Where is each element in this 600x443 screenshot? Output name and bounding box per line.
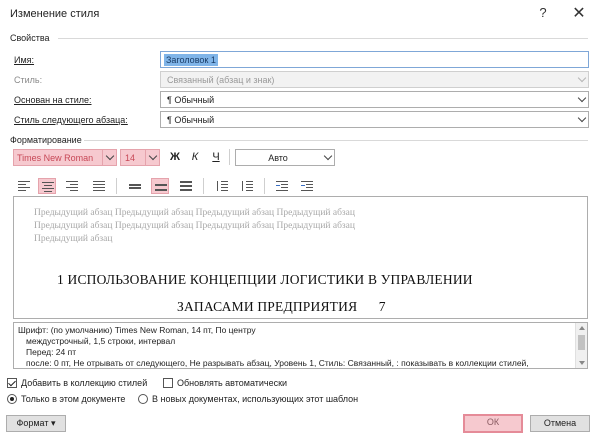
font-color-value: Авто: [268, 153, 288, 163]
toolbar-separator: [116, 178, 117, 194]
font-name-select[interactable]: Times New Roman: [13, 149, 117, 166]
next-style-value: ¶ Обычный: [167, 115, 215, 125]
toolbar-separator: [203, 178, 204, 194]
align-right-icon[interactable]: [63, 178, 81, 194]
space-after-icon[interactable]: [238, 178, 256, 194]
chevron-down-icon: [148, 151, 158, 161]
italic-button[interactable]: К: [186, 148, 204, 166]
based-on-select[interactable]: ¶ Обычный: [160, 91, 589, 108]
style-type-value: Связанный (абзац и знак): [167, 75, 275, 85]
style-type-label: Стиль:: [14, 75, 43, 85]
style-type-select: Связанный (абзац и знак): [160, 71, 589, 88]
decrease-indent-icon[interactable]: [273, 178, 291, 194]
style-preview: Предыдущий абзац Предыдущий абзац Предыд…: [13, 196, 588, 319]
name-label: Имя:: [14, 55, 35, 65]
only-this-document-label: Только в этом документе: [21, 394, 126, 404]
based-on-label: Основан на стиле:: [14, 95, 92, 105]
previous-paragraph-line: Предыдущий абзац Предыдущий абзац Предыд…: [34, 221, 355, 231]
description-line: междустрочный, 1,5 строки, интервал: [26, 336, 176, 346]
preview-heading-line: 1 ИСПОЛЬЗОВАНИЕ КОНЦЕПЦИИ ЛОГИСТИКИ В УП…: [57, 272, 473, 287]
style-name-input[interactable]: Заголовок 1: [160, 51, 589, 68]
underline-button[interactable]: Ч: [207, 148, 225, 166]
scroll-down-icon: [579, 361, 585, 365]
help-icon[interactable]: ?: [535, 5, 551, 20]
align-left-icon[interactable]: [15, 178, 33, 194]
new-documents-label: В новых документах, использующих этот ша…: [152, 394, 359, 404]
properties-section-label: Свойства: [10, 33, 50, 43]
add-to-gallery-checkbox[interactable]: [7, 378, 17, 388]
properties-divider: [58, 38, 588, 39]
toolbar-separator: [264, 178, 265, 194]
auto-update-checkbox[interactable]: [163, 378, 173, 388]
font-size-select[interactable]: 14: [120, 149, 160, 166]
font-color-select[interactable]: Авто: [235, 149, 335, 166]
scrollbar-thumb: [578, 335, 585, 350]
bold-button[interactable]: Ж: [166, 148, 184, 166]
style-description: Шрифт: (по умолчанию) Times New Roman, 1…: [13, 322, 588, 369]
ok-button[interactable]: ОК: [463, 414, 523, 433]
description-line: Перед: 24 пт: [26, 347, 77, 357]
one-and-half-spacing-icon[interactable]: [151, 178, 169, 194]
increase-indent-icon[interactable]: [298, 178, 316, 194]
description-scrollbar[interactable]: [575, 323, 587, 368]
next-style-label: Стиль следующего абзаца:: [14, 115, 128, 125]
preview-heading-line: ЗАПАСАМИ ПРЕДПРИЯТИЯ 7: [177, 299, 386, 314]
chevron-down-icon: [577, 73, 587, 83]
style-name-value: Заголовок 1: [164, 54, 218, 66]
space-before-icon[interactable]: [213, 178, 231, 194]
auto-update-label: Обновлять автоматически: [177, 378, 288, 388]
previous-paragraph-line: Предыдущий абзац: [34, 234, 113, 244]
single-spacing-icon[interactable]: [126, 178, 144, 194]
previous-paragraph-line: Предыдущий абзац Предыдущий абзац Предыд…: [34, 208, 355, 218]
based-on-value: ¶ Обычный: [167, 95, 215, 105]
font-name-value: Times New Roman: [17, 153, 94, 163]
formatting-divider: [84, 140, 588, 141]
scroll-up-icon: [579, 326, 585, 330]
description-line: Шрифт: (по умолчанию) Times New Roman, 1…: [18, 325, 256, 335]
chevron-down-icon: [105, 151, 115, 161]
align-center-icon[interactable]: [38, 178, 56, 194]
chevron-down-icon: [323, 151, 333, 161]
add-to-gallery-label: Добавить в коллекцию стилей: [21, 378, 148, 388]
dialog-title: Изменение стиля: [10, 8, 100, 20]
description-line: после: 0 пт, Не отрывать от следующего, …: [26, 358, 529, 368]
toolbar-separator: [229, 149, 230, 165]
chevron-down-icon: [577, 113, 587, 123]
chevron-down-icon: [577, 93, 587, 103]
format-menu-button[interactable]: Формат ▾: [6, 415, 66, 432]
double-spacing-icon[interactable]: [177, 178, 195, 194]
next-style-select[interactable]: ¶ Обычный: [160, 111, 589, 128]
cancel-button[interactable]: Отмена: [530, 415, 590, 432]
formatting-section-label: Форматирование: [10, 135, 82, 145]
align-justify-icon[interactable]: [90, 178, 108, 194]
close-icon[interactable]: ✕: [570, 3, 588, 23]
only-this-document-radio[interactable]: [7, 394, 17, 404]
new-documents-radio[interactable]: [138, 394, 148, 404]
font-size-value: 14: [125, 153, 136, 163]
